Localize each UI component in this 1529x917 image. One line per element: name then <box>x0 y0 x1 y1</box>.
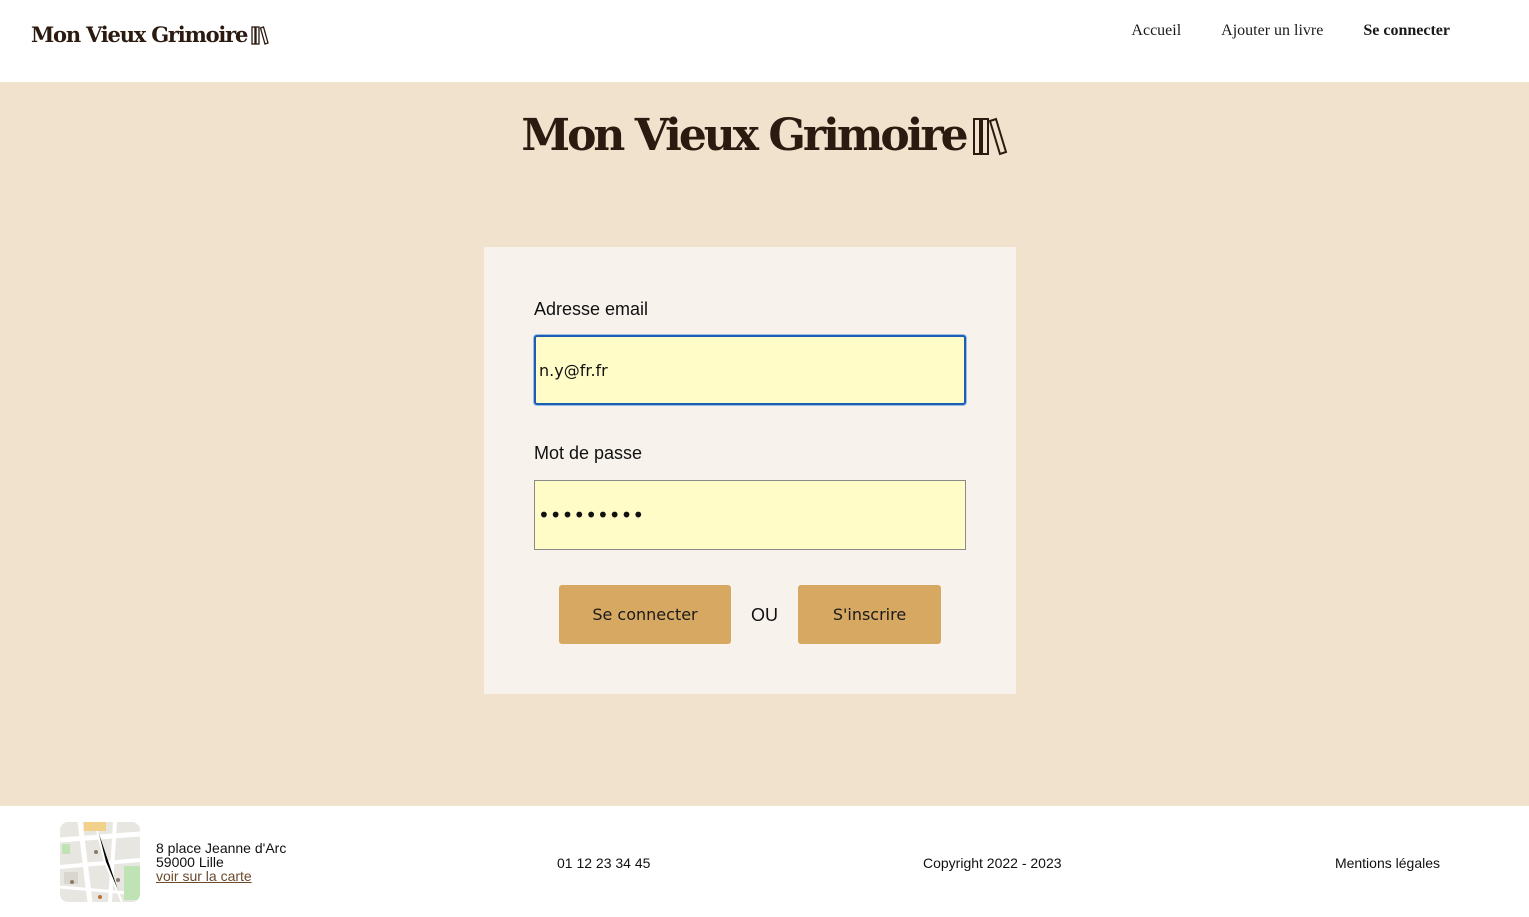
password-field[interactable] <box>534 480 966 550</box>
address-line-city: 59000 Lille <box>156 854 224 870</box>
map-link[interactable]: voir sur la carte <box>156 868 252 884</box>
login-card: Adresse email Mot de passe Se connecter … <box>484 247 1016 694</box>
site-footer: 8 place Jeanne d'Arc 59000 Lille voir su… <box>0 806 1529 917</box>
nav-item-se-connecter[interactable]: Se connecter <box>1363 22 1450 40</box>
signup-button[interactable]: S'inscrire <box>798 585 941 644</box>
map-thumbnail[interactable] <box>60 822 140 902</box>
email-field[interactable] <box>534 335 966 405</box>
books-icon <box>972 116 1008 156</box>
login-button[interactable]: Se connecter <box>559 585 731 644</box>
brand-name: Mon Vieux Grimoire <box>31 22 248 47</box>
main-nav: Accueil Ajouter un livre Se connecter <box>1131 22 1450 40</box>
site-header: Mon Vieux Grimoire Accueil Ajouter un li… <box>0 0 1529 82</box>
legal-notice-link[interactable]: Mentions légales <box>1335 855 1440 871</box>
or-separator: OU <box>751 605 778 625</box>
nav-item-accueil[interactable]: Accueil <box>1131 22 1181 40</box>
hero-logo: Mon Vieux Grimoire <box>0 110 1529 161</box>
email-label: Adresse email <box>534 299 649 319</box>
nav-item-ajouter-livre[interactable]: Ajouter un livre <box>1221 22 1323 40</box>
address-block: 8 place Jeanne d'Arc 59000 Lille voir su… <box>156 841 286 883</box>
phone-number: 01 12 23 34 45 <box>557 855 651 871</box>
hero-title: Mon Vieux Grimoire <box>521 110 968 161</box>
brand-logo[interactable]: Mon Vieux Grimoire <box>31 22 269 47</box>
books-icon <box>251 25 269 45</box>
password-label: Mot de passe <box>534 443 643 463</box>
main-content: Mon Vieux Grimoire Adresse email Mot de … <box>0 82 1529 806</box>
copyright-text: Copyright 2022 - 2023 <box>923 855 1062 871</box>
address-line-street: 8 place Jeanne d'Arc <box>156 840 287 856</box>
